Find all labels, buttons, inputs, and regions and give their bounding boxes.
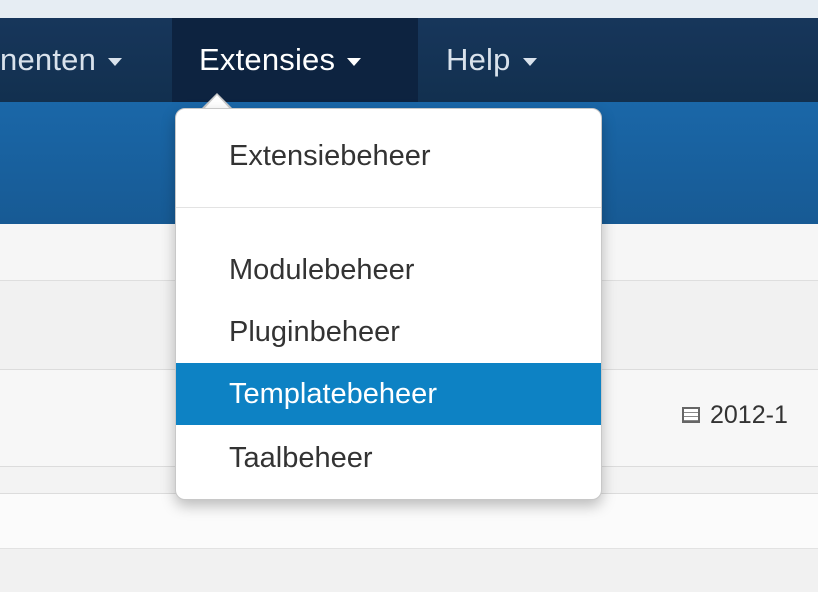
nav-item-help[interactable]: Help xyxy=(446,18,537,102)
menu-divider xyxy=(176,207,601,208)
top-strip xyxy=(0,0,818,18)
caret-down-icon xyxy=(522,58,537,66)
nav-item-extensies[interactable]: Extensies xyxy=(172,18,418,102)
calendar-icon xyxy=(682,407,700,423)
menu-item-modulebeheer[interactable]: Modulebeheer xyxy=(176,239,601,301)
date-display: 2012-1 xyxy=(682,401,788,429)
dropdown-arrow-fill xyxy=(204,95,230,109)
caret-down-icon xyxy=(347,58,362,66)
menu-item-label: Templatebeheer xyxy=(229,377,437,410)
menu-item-pluginbeheer[interactable]: Pluginbeheer xyxy=(176,301,601,363)
nav-label: Help xyxy=(446,42,511,77)
menu-item-taalbeheer[interactable]: Taalbeheer xyxy=(176,427,601,489)
content-row xyxy=(0,494,818,549)
content-row xyxy=(0,549,818,592)
date-text: 2012-1 xyxy=(710,400,788,429)
extensies-dropdown-menu: Extensiebeheer Modulebeheer Pluginbeheer… xyxy=(175,108,602,500)
menu-item-label: Taalbeheer xyxy=(229,441,373,474)
menu-item-label: Modulebeheer xyxy=(229,253,415,286)
menu-item-label: Pluginbeheer xyxy=(229,315,400,348)
caret-down-icon xyxy=(108,58,123,66)
nav-item-componenten[interactable]: nenten xyxy=(0,18,172,102)
nav-label: nenten xyxy=(0,42,97,77)
nav-label: Extensies xyxy=(199,42,336,77)
menu-item-extensiebeheer[interactable]: Extensiebeheer xyxy=(176,125,601,187)
menu-item-label: Extensiebeheer xyxy=(229,139,431,172)
menu-item-templatebeheer[interactable]: Templatebeheer xyxy=(176,363,601,425)
admin-navbar: nenten Extensies Help xyxy=(0,18,818,102)
